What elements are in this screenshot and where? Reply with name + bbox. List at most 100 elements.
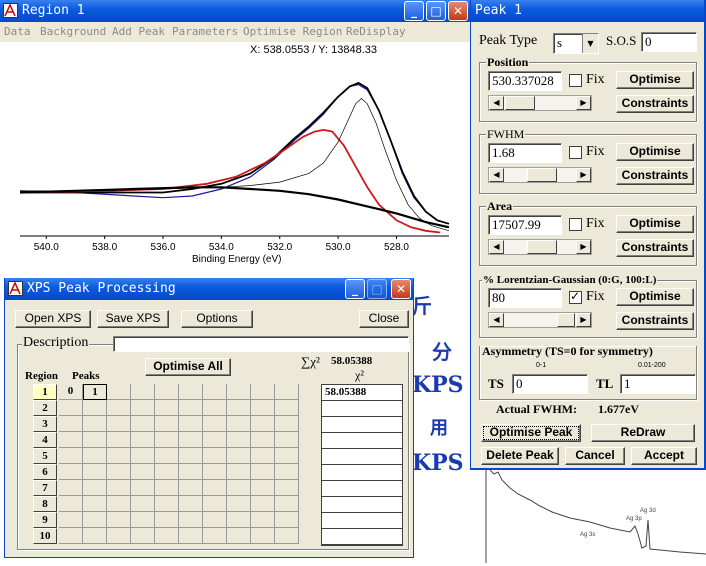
peak-cell[interactable] — [107, 448, 131, 464]
region-row-header[interactable]: 6 — [33, 464, 57, 480]
peak-cell[interactable] — [83, 448, 107, 464]
peak-cell[interactable] — [275, 400, 299, 416]
peak-cell[interactable] — [251, 384, 275, 400]
peak-cell[interactable] — [179, 432, 203, 448]
peak-cell[interactable] — [227, 416, 251, 432]
sos-input[interactable]: 0 — [641, 32, 697, 52]
lg-optimise-button[interactable]: Optimise — [616, 288, 694, 306]
lg-input[interactable]: 80 — [488, 288, 562, 308]
peak-cell[interactable] — [275, 384, 299, 400]
accept-button[interactable]: Accept — [631, 447, 697, 465]
peak-cell[interactable] — [179, 416, 203, 432]
peak-cell[interactable] — [179, 496, 203, 512]
peak-cell[interactable] — [131, 512, 155, 528]
peak-cell[interactable]: 1 — [83, 384, 107, 400]
peak-cell[interactable] — [131, 432, 155, 448]
scroll-right-icon[interactable]: ▶ — [576, 96, 591, 110]
peak-cell[interactable] — [179, 528, 203, 544]
region-row-header[interactable]: 4 — [33, 432, 57, 448]
peak-cell[interactable] — [107, 416, 131, 432]
peak-cell[interactable] — [179, 448, 203, 464]
slider-thumb[interactable] — [557, 313, 575, 327]
peak-cell[interactable] — [251, 480, 275, 496]
peak-titlebar[interactable]: Peak 1 — [471, 0, 704, 22]
peak-cell[interactable]: 0 — [59, 384, 83, 400]
peak-cell[interactable] — [251, 528, 275, 544]
peak-cell[interactable] — [59, 480, 83, 496]
area-input[interactable]: 17507.99 — [488, 215, 562, 235]
peak-cell[interactable] — [83, 480, 107, 496]
peak-cell[interactable] — [275, 448, 299, 464]
peak-cell[interactable] — [179, 464, 203, 480]
peak-cell[interactable] — [59, 432, 83, 448]
area-constraints-button[interactable]: Constraints — [616, 239, 694, 257]
peak-cell[interactable] — [203, 528, 227, 544]
area-slider[interactable]: ◀ ▶ — [488, 239, 592, 255]
peak-cell[interactable] — [179, 400, 203, 416]
peak-cell[interactable] — [59, 400, 83, 416]
peak-cell[interactable] — [203, 496, 227, 512]
peak-cell[interactable] — [251, 416, 275, 432]
close-xps-button[interactable]: Close — [359, 310, 409, 328]
peak-cell[interactable] — [131, 400, 155, 416]
peak-cell[interactable] — [155, 448, 179, 464]
slider-thumb[interactable] — [505, 96, 535, 110]
scroll-right-icon[interactable]: ▶ — [576, 240, 591, 254]
lg-slider[interactable]: ◀ ▶ — [488, 312, 592, 328]
region-row-header[interactable]: 2 — [33, 400, 57, 416]
peak-cell[interactable] — [131, 384, 155, 400]
peak-cell[interactable] — [179, 384, 203, 400]
peak-cell[interactable] — [59, 448, 83, 464]
peak-cell[interactable] — [155, 496, 179, 512]
peak-cell[interactable] — [227, 400, 251, 416]
peak-cell[interactable] — [59, 416, 83, 432]
position-input[interactable]: 530.337028 — [488, 71, 562, 91]
peak-cell[interactable] — [251, 464, 275, 480]
optimise-peak-button[interactable]: Optimise Peak — [481, 424, 581, 442]
peak-cell[interactable] — [107, 464, 131, 480]
peak-cell[interactable] — [227, 480, 251, 496]
peak-cell[interactable] — [59, 512, 83, 528]
peak-cell[interactable] — [107, 496, 131, 512]
scroll-left-icon[interactable]: ◀ — [489, 313, 504, 327]
position-fix-checkbox[interactable] — [569, 74, 582, 87]
peak-cell[interactable] — [155, 528, 179, 544]
peak-cell[interactable] — [227, 512, 251, 528]
lg-fix-checkbox[interactable] — [569, 289, 582, 304]
region-row-header[interactable]: 10 — [33, 528, 57, 544]
peak-cell[interactable] — [275, 416, 299, 432]
peak-cell[interactable] — [275, 480, 299, 496]
scroll-right-icon[interactable]: ▶ — [576, 168, 591, 182]
peak-cell[interactable] — [131, 496, 155, 512]
peak-cell[interactable] — [179, 512, 203, 528]
peak-cell[interactable] — [275, 528, 299, 544]
peak-cell[interactable] — [155, 464, 179, 480]
position-slider[interactable]: ◀ ▶ — [488, 95, 592, 111]
peak-cell[interactable] — [275, 512, 299, 528]
fwhm-slider[interactable]: ◀ ▶ — [488, 167, 592, 183]
peak-cell[interactable] — [203, 400, 227, 416]
xps-titlebar[interactable]: XPS Peak Processing _ □ ✕ — [5, 278, 413, 300]
slider-thumb[interactable] — [527, 168, 557, 182]
slider-thumb[interactable] — [527, 240, 557, 254]
peak-cell[interactable] — [155, 432, 179, 448]
close-button[interactable]: ✕ — [391, 279, 411, 299]
peak-cell[interactable] — [275, 432, 299, 448]
peak-cell[interactable] — [155, 400, 179, 416]
peak-cell[interactable] — [203, 512, 227, 528]
lg-constraints-button[interactable]: Constraints — [616, 312, 694, 330]
fwhm-fix-checkbox[interactable] — [569, 146, 582, 159]
peak-cell[interactable] — [203, 448, 227, 464]
scroll-left-icon[interactable]: ◀ — [489, 240, 504, 254]
minimize-button[interactable]: _ — [345, 279, 365, 299]
peak-cell[interactable] — [107, 480, 131, 496]
peak-cell[interactable] — [227, 528, 251, 544]
peak-cell[interactable] — [107, 384, 131, 400]
region-row-header[interactable]: 8 — [33, 496, 57, 512]
peak-cell[interactable] — [131, 416, 155, 432]
peak-cell[interactable] — [59, 496, 83, 512]
peak-cell[interactable] — [203, 480, 227, 496]
ts-input[interactable]: 0 — [512, 374, 588, 394]
peak-cell[interactable] — [227, 464, 251, 480]
region-row-header[interactable]: 7 — [33, 480, 57, 496]
